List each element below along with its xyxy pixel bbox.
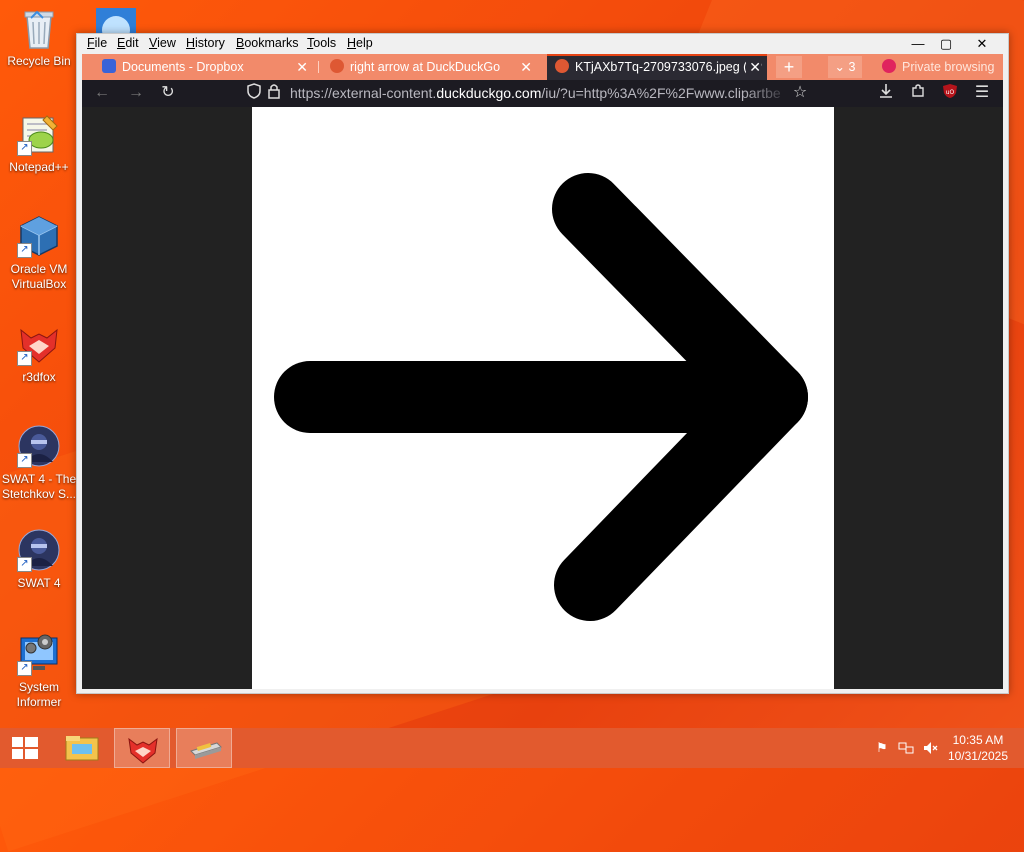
downloads-icon[interactable] [874, 83, 898, 103]
start-button[interactable] [0, 728, 50, 768]
desktop-icon-r3dfox[interactable]: ↗ r3dfox [0, 322, 78, 385]
tab-duckduckgo-search[interactable]: right arrow at DuckDuckGo ✕ [322, 56, 538, 78]
r3dfox-icon [128, 737, 158, 764]
desktop-icon-system-informer[interactable]: ↗ System Informer [0, 632, 78, 710]
file-explorer-icon [65, 736, 99, 761]
volume-muted-icon[interactable] [922, 740, 938, 756]
desktop-icon-swat4[interactable]: ↗ SWAT 4 [0, 528, 78, 591]
menu-view[interactable]: View [149, 36, 176, 50]
displayed-image[interactable] [252, 107, 834, 689]
private-browsing-label: Private browsing [902, 60, 995, 74]
url-domain: duckduckgo.com [436, 85, 542, 101]
drive-icon [190, 742, 222, 759]
notepad-plus-plus-icon: ↗ [17, 112, 61, 156]
partial-desktop-icon[interactable] [96, 8, 136, 44]
page-content [82, 107, 1003, 689]
desktop-icon-virtualbox[interactable]: ↗ Oracle VM VirtualBox [0, 214, 78, 292]
clock-date: 10/31/2025 [947, 749, 1008, 763]
menu-bookmarks[interactable]: Bookmarks [236, 36, 299, 50]
shortcut-arrow-icon: ↗ [17, 453, 32, 468]
network-icon[interactable] [898, 740, 914, 756]
tab-title: Documents - Dropbox [122, 60, 244, 74]
tab-dropbox[interactable]: Documents - Dropbox ✕ [94, 56, 314, 78]
maximize-button[interactable]: ▢ [929, 34, 963, 54]
close-window-button[interactable]: ✕ [965, 34, 999, 54]
forward-button[interactable]: → [124, 83, 148, 103]
close-tab-icon[interactable]: ✕ [746, 56, 761, 78]
browser-window: File Edit View History Bookmarks Tools H… [76, 33, 1009, 694]
lock-icon[interactable] [262, 83, 286, 103]
desktop-icon-label: SWAT 4 - The Stetchkov S... [1, 472, 77, 501]
shortcut-arrow-icon: ↗ [17, 661, 32, 676]
taskbar: ⚑ 10:35 AM 10/31/2025 [0, 728, 1024, 768]
close-tab-icon[interactable]: ✕ [296, 56, 308, 78]
menu-help[interactable]: Help [347, 36, 373, 50]
private-browsing-indicator: Private browsing [880, 56, 1000, 78]
tab-list-button[interactable]: ⌄ 3 [828, 56, 862, 78]
windows-logo-icon [12, 737, 38, 759]
shortcut-arrow-icon: ↗ [17, 351, 32, 366]
taskbar-app[interactable] [176, 728, 232, 768]
r3dfox-icon: ↗ [17, 322, 61, 366]
action-center-flag-icon[interactable]: ⚑ [874, 740, 890, 756]
desktop-icon-recycle-bin[interactable]: Recycle Bin [0, 6, 78, 69]
desktop-icon-notepad-plus-plus[interactable]: ↗ Notepad++ [0, 112, 78, 175]
shortcut-arrow-icon: ↗ [17, 557, 32, 572]
menu-tools[interactable]: Tools [307, 36, 336, 50]
reload-button[interactable]: ↻ [156, 83, 180, 103]
private-browsing-icon [882, 59, 896, 73]
taskbar-r3dfox[interactable] [114, 728, 170, 768]
tab-bar: Documents - Dropbox ✕ right arrow at Duc… [82, 54, 1003, 80]
extensions-icon[interactable] [906, 83, 930, 103]
new-tab-button[interactable]: + [776, 56, 802, 78]
recycle-bin-icon [17, 6, 61, 50]
right-arrow-icon [274, 173, 808, 621]
swat4-icon: ↗ [17, 528, 61, 572]
tab-title: right arrow at DuckDuckGo [350, 60, 501, 74]
close-tab-icon[interactable]: ✕ [520, 56, 532, 78]
desktop-icon-swat4-stetchkov[interactable]: ↗ SWAT 4 - The Stetchkov S... [0, 424, 78, 502]
back-button[interactable]: ← [90, 83, 114, 103]
duckduckgo-icon [330, 59, 344, 73]
url-prefix: https://external-content. [290, 85, 437, 101]
menu-bar: File Edit View History Bookmarks Tools H… [77, 34, 1008, 54]
shortcut-arrow-icon: ↗ [17, 141, 32, 156]
virtualbox-icon: ↗ [17, 214, 61, 258]
system-informer-icon: ↗ [17, 632, 61, 676]
desktop-icon-label: System Informer [16, 680, 62, 709]
menu-file[interactable]: File [87, 36, 107, 50]
ublock-origin-icon[interactable]: uO [938, 83, 962, 103]
url-bar[interactable]: https://external-content.duckduckgo.com/… [290, 84, 790, 103]
desktop-icon-label: Oracle VM VirtualBox [10, 262, 68, 291]
tab-title: KTjAXb7Tq-2709733076.jpeg (JP [575, 60, 762, 74]
system-clock[interactable]: 10:35 AM 10/31/2025 [948, 732, 1008, 764]
duckduckgo-icon [555, 59, 569, 73]
desktop-icon-label: Notepad++ [9, 160, 69, 174]
tab-image-active[interactable]: KTjAXb7Tq-2709733076.jpeg (JP ✕ [547, 54, 767, 80]
chevron-down-icon: ⌄ [834, 60, 846, 74]
bookmark-star-icon[interactable]: ☆ [788, 83, 812, 103]
menu-edit[interactable]: Edit [117, 36, 139, 50]
tab-count: 3 [848, 60, 856, 74]
swat4-stetchkov-icon: ↗ [17, 424, 61, 468]
globe-icon [96, 8, 136, 44]
dropbox-icon [102, 59, 116, 73]
clock-time: 10:35 AM [952, 733, 1004, 747]
menu-history[interactable]: History [186, 36, 225, 50]
desktop-icon-label: r3dfox [22, 370, 56, 384]
desktop-icon-label: SWAT 4 [17, 576, 61, 590]
taskbar-file-explorer[interactable] [54, 728, 110, 768]
navigation-toolbar: ← → ↻ https://external-content.duckduckg… [82, 80, 1003, 107]
menu-hamburger-icon[interactable]: ☰ [970, 83, 994, 103]
desktop-icon-label: Recycle Bin [7, 54, 71, 68]
svg-text:uO: uO [946, 89, 955, 96]
shortcut-arrow-icon: ↗ [17, 243, 32, 258]
